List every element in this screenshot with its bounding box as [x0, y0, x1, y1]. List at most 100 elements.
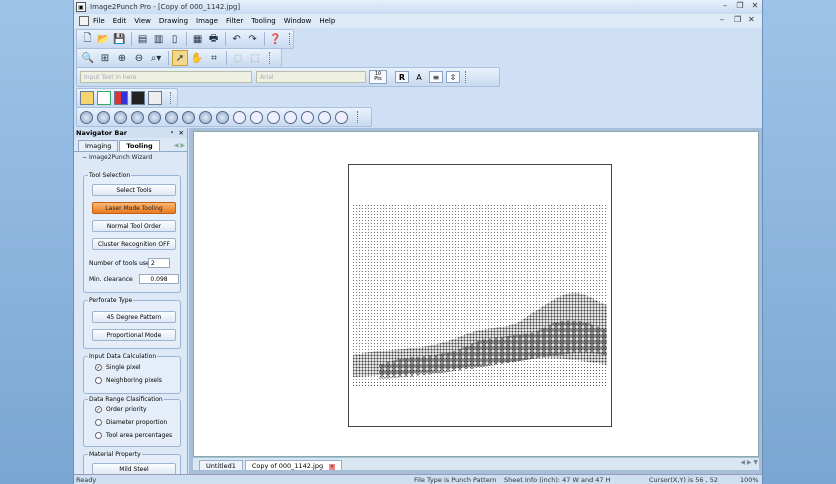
select-tools-button[interactable]: Select Tools — [92, 184, 176, 196]
mdi-close-button[interactable]: ✕ — [748, 15, 755, 24]
tool-library-icon[interactable] — [80, 91, 94, 105]
punch-sheet[interactable] — [348, 164, 612, 427]
zoom-fit-icon[interactable]: ⊞ — [97, 50, 113, 66]
close-button[interactable]: ✕ — [748, 1, 762, 10]
triangle-tool-icon[interactable] — [182, 110, 195, 124]
print-icon[interactable]: 🖶 — [206, 31, 221, 47]
window-title: Image2Punch Pro - [Copy of 000_1142.jpg] — [90, 3, 241, 11]
new-file-icon[interactable]: 🗋 — [80, 31, 95, 47]
sheet-icon[interactable]: ▯ — [167, 31, 182, 47]
save-icon[interactable]: 💾 — [112, 31, 127, 47]
round-tool-icon[interactable] — [80, 110, 93, 124]
pan-hand-icon[interactable]: ✋ — [189, 50, 205, 66]
order-priority-option[interactable]: ✓ Order priority — [95, 406, 147, 413]
proportional-mode-button[interactable]: Proportional Mode — [92, 329, 176, 341]
num-tools-input[interactable]: 2 — [148, 258, 170, 268]
tab-tooling[interactable]: Tooling — [119, 140, 160, 151]
text-color-icon[interactable]: A — [412, 71, 426, 83]
radio-icon[interactable] — [95, 419, 102, 426]
menu-file[interactable]: File — [93, 17, 105, 25]
undo-icon[interactable]: ↶ — [229, 31, 244, 47]
hexagon-tool-icon[interactable] — [199, 110, 212, 124]
zoom-actual-icon[interactable]: 🔍 — [80, 50, 96, 66]
redo-icon[interactable]: ↷ — [245, 31, 260, 47]
zoom-out-icon[interactable]: ⊖ — [131, 50, 147, 66]
pattern-tool-3-icon[interactable] — [284, 110, 297, 124]
square-tool-icon[interactable] — [97, 110, 110, 124]
close-tab-icon[interactable]: ✕ — [329, 464, 336, 470]
pattern-tool-1-icon[interactable] — [250, 110, 263, 124]
zoom-window-icon[interactable]: ⌗ — [206, 50, 222, 66]
grid-icon[interactable] — [148, 91, 162, 105]
oblong-tool-icon[interactable] — [114, 110, 127, 124]
minimize-button[interactable]: – — [718, 1, 732, 10]
45-degree-pattern-button[interactable]: 45 Degree Pattern — [92, 311, 176, 323]
pattern-tool-2-icon[interactable] — [267, 110, 280, 124]
radio-icon[interactable] — [95, 432, 102, 439]
neighboring-pixels-option[interactable]: Neighboring pixels — [95, 377, 162, 384]
pattern-tool-5-icon[interactable] — [318, 110, 331, 124]
preview-icon[interactable]: ▦ — [190, 31, 205, 47]
radio-checked-icon[interactable]: ✓ — [95, 364, 102, 371]
radio-checked-icon[interactable]: ✓ — [95, 406, 102, 413]
menu-filter[interactable]: Filter — [226, 17, 243, 25]
bold-icon[interactable]: R — [395, 71, 409, 83]
maximize-button[interactable]: ❐ — [733, 1, 747, 10]
zoom-dropdown-icon[interactable]: ⌕▾ — [148, 50, 164, 66]
tool-area-percentages-option[interactable]: Tool area percentages — [95, 432, 172, 439]
menu-help[interactable]: Help — [319, 17, 335, 25]
ellipse-select-icon[interactable]: ◌ — [230, 50, 246, 66]
wizard-header[interactable]: − Image2Punch Wizard — [74, 154, 187, 161]
diameter-proportion-option[interactable]: Diameter proportion — [95, 419, 167, 426]
pattern-icon[interactable] — [97, 91, 111, 105]
document-canvas[interactable] — [193, 131, 759, 457]
grayscale-icon[interactable] — [131, 91, 145, 105]
rectangle-tool-icon[interactable] — [131, 110, 144, 124]
menu-tooling[interactable]: Tooling — [251, 17, 275, 25]
octagon-tool-icon[interactable] — [216, 110, 229, 124]
pattern-tool-6-icon[interactable] — [335, 110, 348, 124]
rect-select-icon[interactable]: ⬚ — [247, 50, 263, 66]
diamond-tool-icon[interactable] — [165, 110, 178, 124]
status-file-type: File Type is Punch Pattern — [414, 476, 497, 484]
menu-view[interactable]: View — [134, 17, 151, 25]
cluster-tool-icon[interactable] — [233, 110, 246, 124]
text-input[interactable]: Input Text in here — [80, 71, 252, 83]
tab-navigation-arrows-icon[interactable]: ◀ ▶ ▼ — [740, 459, 758, 466]
align-icon[interactable]: ≡ — [429, 71, 443, 83]
export-icon[interactable]: ▥ — [151, 31, 166, 47]
doc-tab-untitled1[interactable]: Untitled1 — [199, 460, 243, 470]
palette-icon[interactable] — [114, 91, 128, 105]
menu-drawing[interactable]: Drawing — [159, 17, 188, 25]
mdi-minimize-button[interactable]: – — [720, 15, 724, 24]
tab-scroll-arrows-icon[interactable]: ◀ ▶ — [174, 142, 185, 149]
menu-image[interactable]: Image — [196, 17, 218, 25]
obround-tool-icon[interactable] — [148, 110, 161, 124]
help-icon[interactable]: ❓ — [268, 31, 283, 47]
navigator-header: Navigator Bar ᵖ ✕ — [74, 128, 187, 138]
document-icon[interactable] — [79, 16, 89, 26]
tab-imaging[interactable]: Imaging — [78, 140, 119, 151]
laser-mode-tooling-button[interactable]: Laser Mode Tooling — [92, 202, 176, 214]
spacing-icon[interactable]: ⇳ — [446, 71, 460, 83]
tool-shape-toolbar — [76, 107, 372, 127]
mdi-restore-button[interactable]: ❐ — [734, 15, 741, 24]
doc-tab-copy[interactable]: Copy of 000_1142.jpg ✕ — [244, 460, 343, 470]
status-cursor: Cursor(X,Y) is 56 , 52 — [649, 476, 718, 484]
navigator-close-icon[interactable]: ✕ — [179, 129, 184, 137]
import-icon[interactable]: ▤ — [135, 31, 150, 47]
pin-icon[interactable]: ᵖ — [171, 129, 174, 137]
single-pixel-option[interactable]: ✓ Single pixel — [95, 364, 141, 371]
normal-tool-order-button[interactable]: Normal Tool Order — [92, 220, 176, 232]
cluster-recognition-button[interactable]: Cluster Recognition OFF — [92, 238, 176, 250]
menu-window[interactable]: Window — [284, 17, 312, 25]
menu-edit[interactable]: Edit — [113, 17, 127, 25]
pattern-tool-4-icon[interactable] — [301, 110, 314, 124]
select-arrow-icon[interactable]: ➚ — [172, 50, 188, 66]
font-size-select[interactable]: 10 Pts — [369, 70, 387, 84]
zoom-in-icon[interactable]: ⊕ — [114, 50, 130, 66]
font-select[interactable]: Arial — [256, 71, 366, 83]
radio-icon[interactable] — [95, 377, 102, 384]
min-clearance-input[interactable]: 0.098 — [139, 274, 179, 284]
open-folder-icon[interactable]: 📂 — [96, 31, 111, 47]
